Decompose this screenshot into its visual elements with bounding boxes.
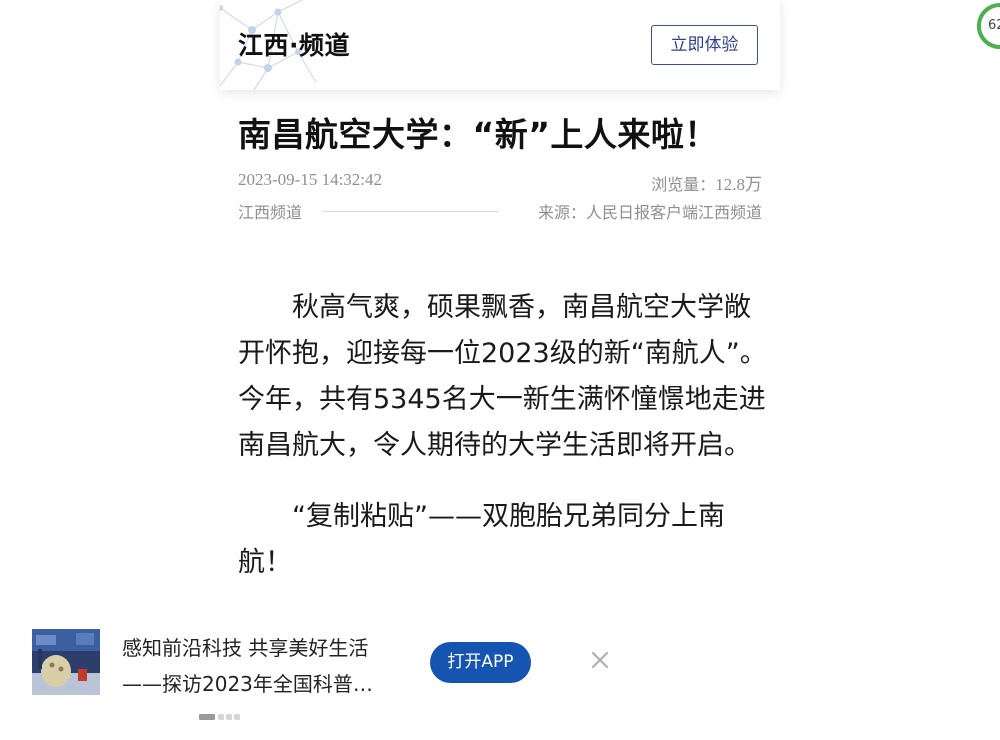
article-title: 南昌航空大学：“新”上人来啦！ — [238, 115, 718, 154]
publish-date: 2023-09-15 14:32:42 — [238, 170, 383, 189]
channel-header: 江西·频道 立即体验 — [220, 0, 780, 90]
open-app-button[interactable]: 打开APP — [430, 642, 531, 683]
view-count-label: 浏览量： — [651, 175, 716, 194]
carousel-dot[interactable] — [226, 714, 232, 720]
paragraph-text: 秋高气爽，硕果飘香，南昌航空大学敞开怀抱，迎接每一位2023级的新“南航人”。今… — [238, 292, 767, 461]
article-source: 来源：人民日报客户端江西频道 — [537, 203, 762, 222]
article-paragraph: “复制粘贴”——双胞胎兄弟同分上南航！ — [238, 494, 768, 586]
view-count-value: 12.8万 — [715, 175, 762, 194]
news-thumbnail[interactable] — [32, 629, 100, 695]
try-now-button[interactable]: 立即体验 — [651, 25, 758, 65]
progress-value: 62 — [988, 18, 1000, 33]
carousel-dot[interactable] — [234, 714, 240, 720]
article-paragraph: 秋高气爽，硕果飘香，南昌航空大学敞开怀抱，迎接每一位2023级的新“南航人”。今… — [238, 285, 768, 469]
promo-title-line-2[interactable]: ——探访2023年全国科普… — [122, 668, 373, 697]
view-count: 浏览量：12.8万 — [651, 170, 762, 195]
close-icon[interactable] — [588, 648, 612, 672]
paragraph-text: “复制粘贴”——双胞胎兄弟同分上南航！ — [238, 501, 725, 578]
channel-title: 江西·频道 — [238, 31, 350, 60]
carousel-dot[interactable] — [199, 714, 215, 720]
divider — [323, 211, 499, 212]
promo-title-line-1[interactable]: 感知前沿科技 共享美好生活 — [122, 632, 368, 661]
app-promo-banner[interactable]: 感知前沿科技 共享美好生活 ——探访2023年全国科普… 打开APP — [0, 610, 1000, 740]
carousel-dot[interactable] — [218, 714, 224, 720]
article-source-row: 江西频道 来源：人民日报客户端江西频道 — [238, 199, 762, 223]
article-meta-row: 2023-09-15 14:32:42 浏览量：12.8万 — [238, 170, 762, 195]
channel-link[interactable]: 江西频道 — [238, 199, 302, 223]
